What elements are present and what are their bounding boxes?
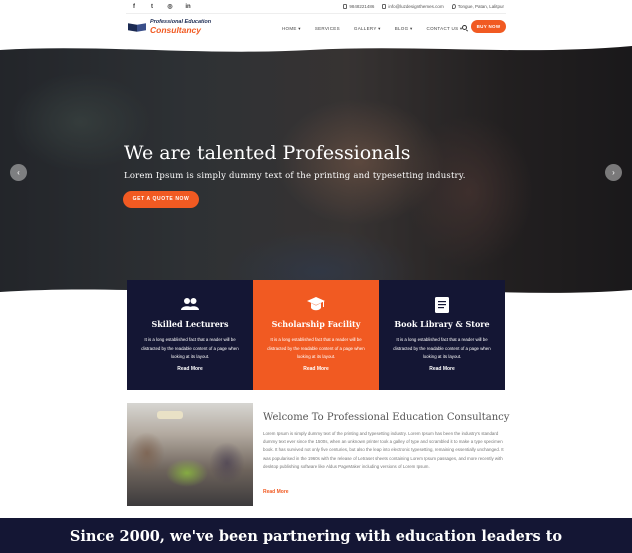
buy-now-button[interactable]: BUY NOW [471,20,506,33]
site-logo[interactable]: Professional Education Consultancy [128,19,211,35]
map-pin-icon [451,4,456,9]
welcome-read-more-link[interactable]: Read More [263,489,289,495]
site-header: Professional Education Consultancy HOME … [0,14,632,42]
book-logo-icon [128,22,146,32]
hero-title: We are talented Professionals [124,142,411,164]
feature-card: Scholarship Facility It is a long establ… [253,280,379,390]
hero-subtitle: Lorem Ipsum is simply dummy text of the … [124,171,466,181]
social-links: f t ◎ in [130,3,192,11]
get-quote-button[interactable]: GET A QUOTE NOW [123,191,199,208]
location-text: Tongue, Patan, Lalitpur [457,4,504,9]
welcome-image [127,403,253,506]
book-icon [433,297,451,313]
email-item[interactable]: info@luzdesignthemes.com [382,4,444,9]
band-heading: Since 2000, we've been partnering with e… [69,528,563,545]
slider-next-icon[interactable]: › [605,164,622,181]
ceiling-lamp [157,411,183,419]
facebook-icon[interactable]: f [130,3,138,11]
graduation-cap-icon [307,297,325,313]
nav-services[interactable]: SERVICES [315,26,340,32]
feature-text: It is a long established fact that a rea… [267,337,365,359]
feature-title: Book Library & Store [394,319,490,329]
logo-line2: Consultancy [150,24,202,35]
feature-boxes: Skilled Lecturers It is a long establish… [127,280,505,390]
feature-card: Book Library & Store It is a long establ… [379,280,505,390]
phone-item: 9848221486 [343,4,374,9]
linkedin-icon[interactable]: in [184,3,192,11]
hero-slider: We are talented Professionals Lorem Ipsu… [0,42,632,300]
feature-title: Skilled Lecturers [151,319,229,329]
feature-text: It is a long established fact that a rea… [141,337,239,359]
hero-wave-top [0,42,632,52]
search-icon[interactable] [462,25,467,30]
main-nav: HOME ▾ SERVICES GALLERY ▾ BLOG ▾ CONTACT… [282,26,476,32]
mail-icon [382,4,387,9]
instagram-icon[interactable]: ◎ [166,3,174,11]
nav-blog[interactable]: BLOG ▾ [395,26,413,32]
feature-title: Scholarship Facility [271,319,361,329]
stats-band: Since 2000, we've been partnering with e… [0,518,632,553]
phone-icon [343,4,348,9]
welcome-text: Lorem Ipsum is simply dummy text of the … [263,431,504,469]
feature-card: Skilled Lecturers It is a long establish… [127,280,253,390]
slider-prev-icon[interactable]: ‹ [10,164,27,181]
phone-text: 9848221486 [349,4,375,9]
top-bar: f t ◎ in 9848221486 info@luzdesignthemes… [0,0,632,14]
location-item: Tongue, Patan, Lalitpur [451,4,504,9]
twitter-icon[interactable]: t [148,3,156,11]
contact-info: 9848221486 info@luzdesignthemes.com Tong… [343,4,504,9]
feature-text: It is a long established fact that a rea… [393,337,491,359]
read-more-link[interactable]: Read More [127,366,253,372]
nav-home[interactable]: HOME ▾ [282,26,301,32]
read-more-link[interactable]: Read More [379,366,505,372]
email-text[interactable]: info@luzdesignthemes.com [388,4,443,9]
nav-contact[interactable]: CONTACT US ▾ [427,26,463,32]
nav-gallery[interactable]: GALLERY ▾ [354,26,381,32]
welcome-title: Welcome To Professional Education Consul… [263,412,510,423]
read-more-link[interactable]: Read More [253,366,379,372]
users-icon [181,297,199,313]
